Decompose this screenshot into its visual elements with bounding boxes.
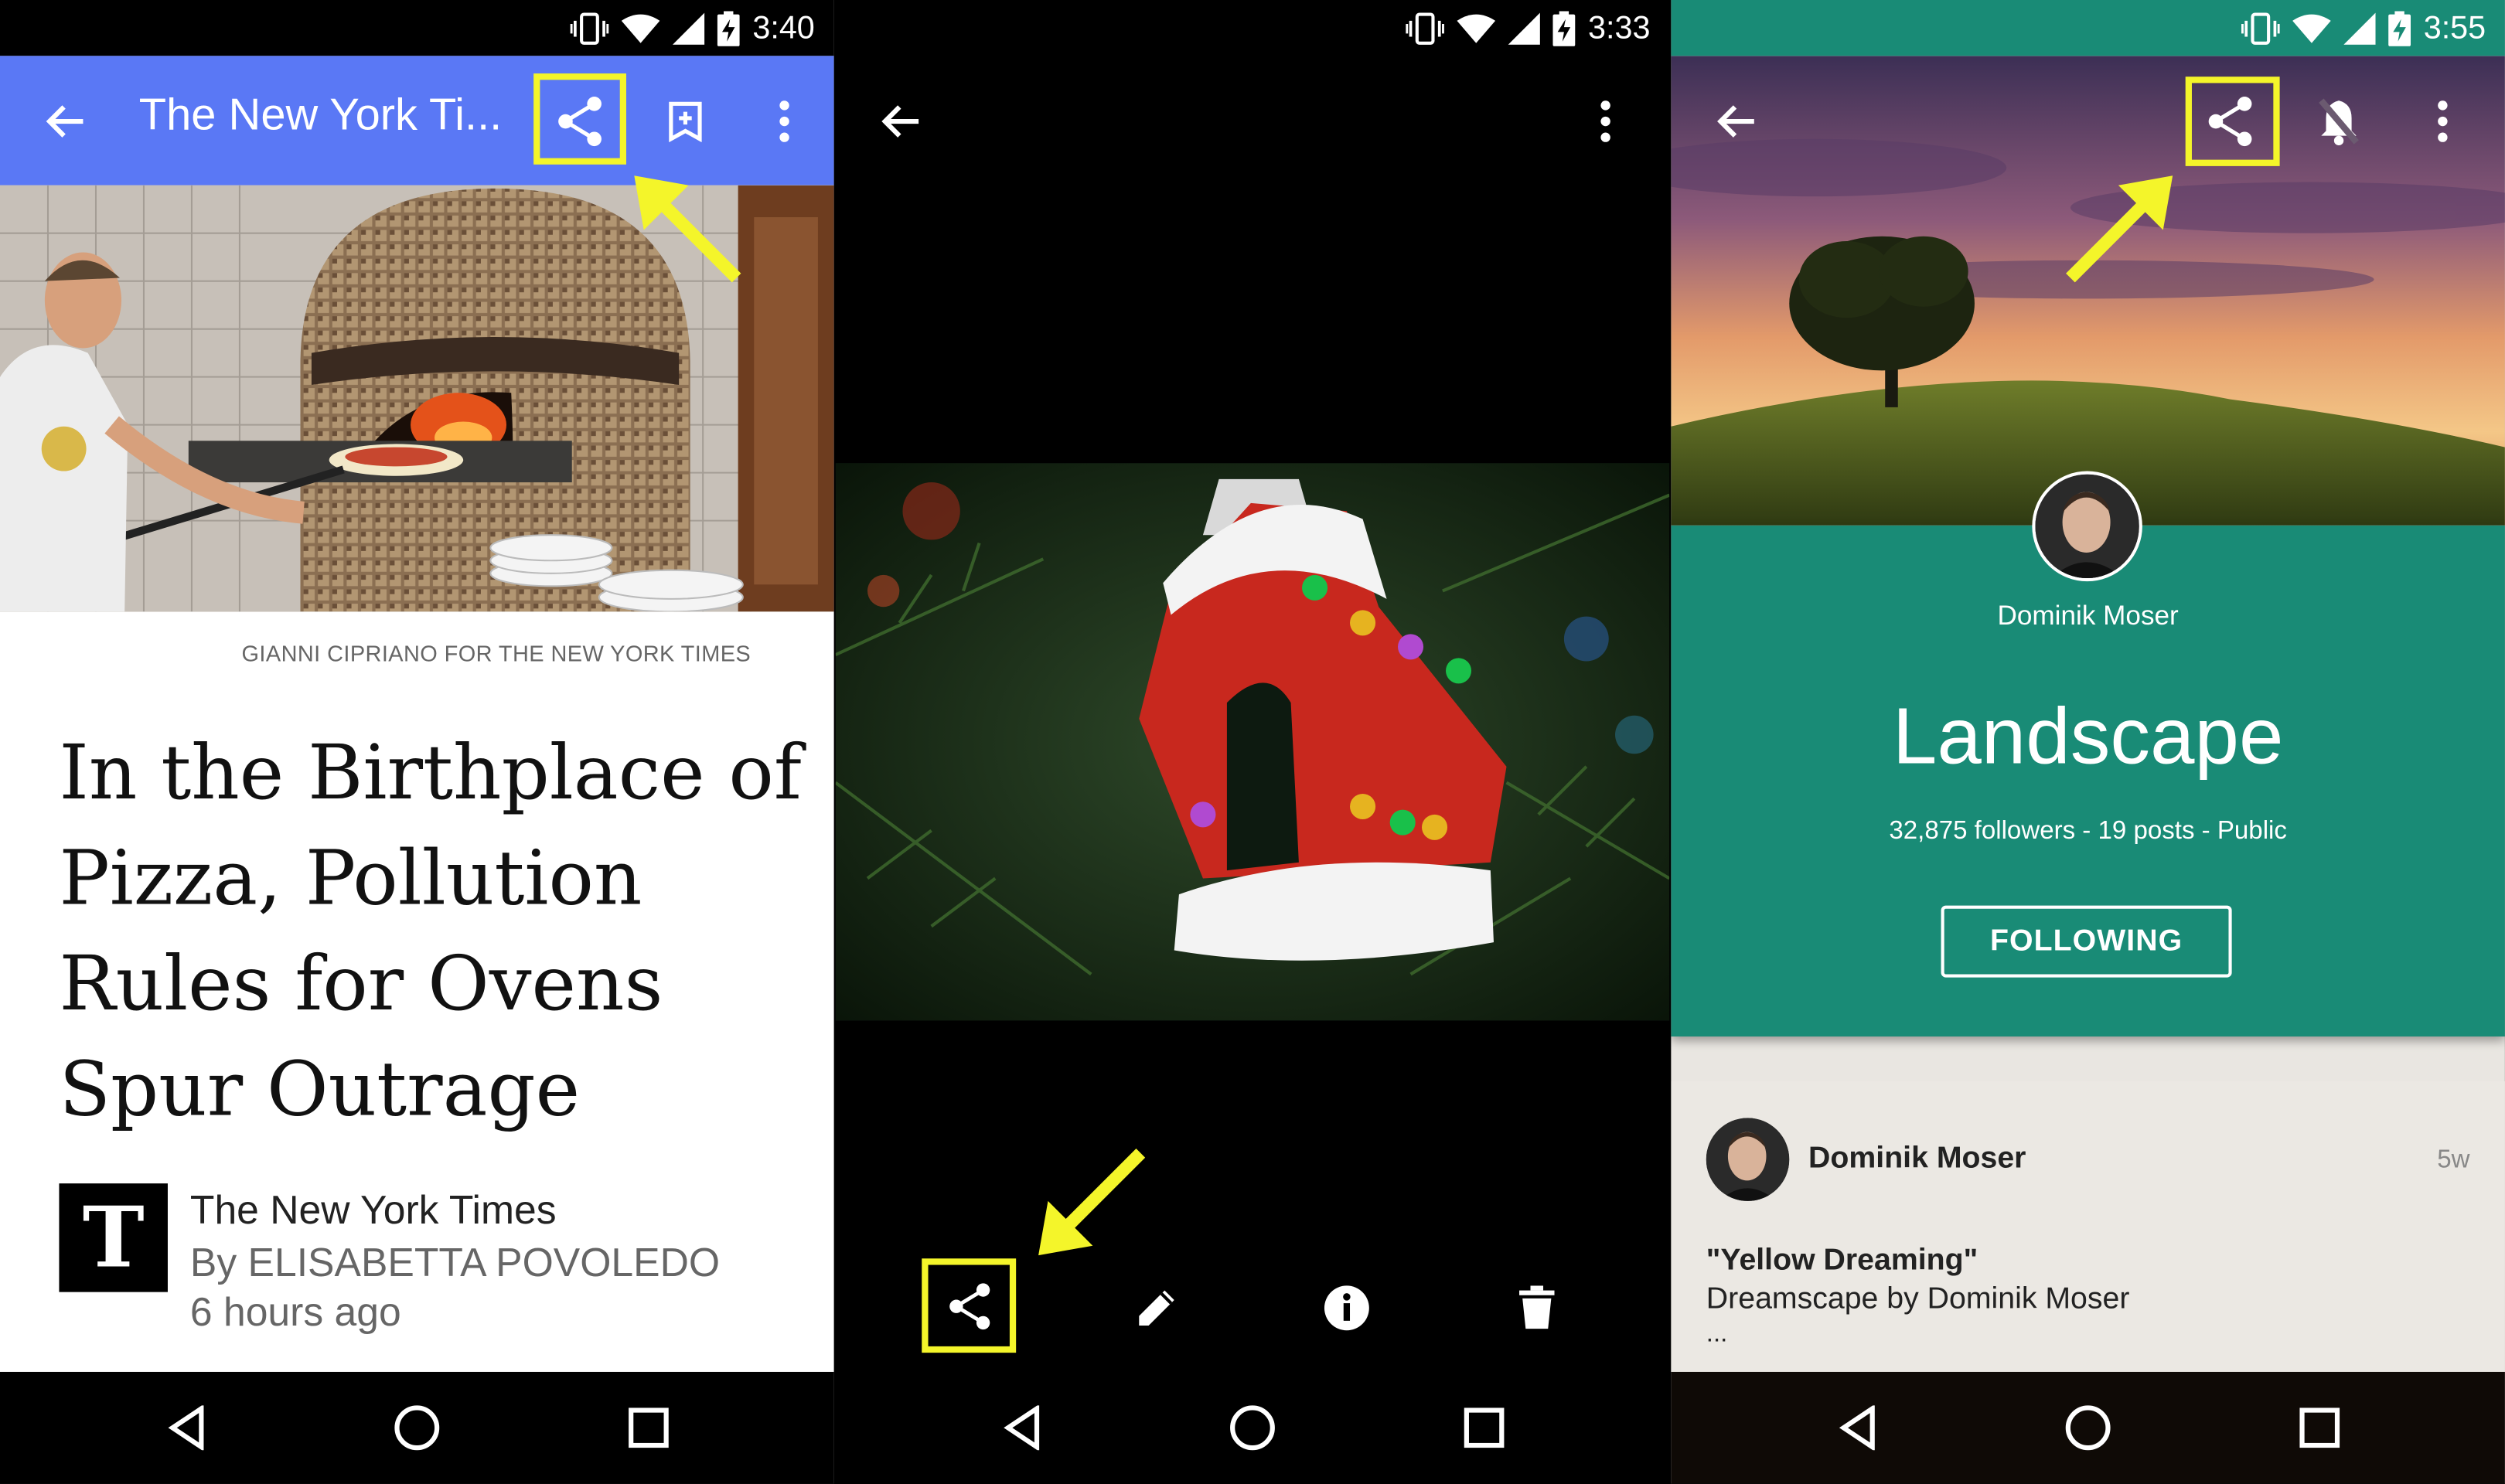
delete-button[interactable] [1507, 1278, 1568, 1339]
following-button[interactable]: FOLLOWING [1941, 905, 2232, 978]
cell-signal-icon [673, 12, 705, 45]
edit-pencil-icon [1139, 1290, 1174, 1326]
article-time: 6 hours ago [189, 1290, 401, 1336]
owner-avatar[interactable] [2032, 471, 2142, 582]
news-article-screen: 3:40 The New York Ti... GIANNI CIPRIANO … [0, 0, 834, 1484]
more-vert-icon [2438, 100, 2448, 142]
back-button[interactable] [35, 91, 96, 152]
more-vert-icon [1600, 100, 1610, 142]
cell-signal-icon [1508, 12, 1541, 45]
nav-back-button[interactable] [163, 1404, 211, 1452]
battery-charging-icon [1552, 11, 1576, 46]
overflow-menu-button[interactable] [754, 91, 815, 152]
status-time: 3:33 [1588, 10, 1651, 46]
post-title: "Yellow Dreaming" [1706, 1244, 1978, 1278]
nav-recents-button[interactable] [2295, 1404, 2343, 1452]
wifi-icon [621, 14, 660, 43]
home-circle-icon [2065, 1405, 2111, 1451]
app-bar-title: The New York Ti... [138, 89, 503, 139]
back-triangle-icon [168, 1405, 204, 1451]
profile-photo-image [1706, 1118, 1790, 1201]
collection-title: Landscape [1892, 691, 2284, 781]
status-bar: 3:40 [0, 0, 834, 56]
screenshot-collage: 3:40 The New York Ti... GIANNI CIPRIANO … [0, 0, 2505, 1484]
app-bar [835, 56, 1670, 186]
overflow-menu-button[interactable] [1575, 91, 1636, 152]
nav-recents-button[interactable] [625, 1404, 673, 1452]
share-highlight-box [922, 1258, 1017, 1353]
vibrate-icon [1406, 12, 1445, 45]
bookmark-button[interactable] [655, 91, 716, 152]
photo-viewer-screen: 3:33 [835, 0, 1670, 1484]
collection-screen: 3:55 Dominik Moser Landscape 32,875 foll… [1671, 0, 2505, 1484]
post-timestamp: 5w [2437, 1146, 2470, 1174]
back-arrow-icon [46, 105, 84, 138]
nyt-logo: T [59, 1183, 168, 1292]
notifications-off-icon [2319, 98, 2359, 146]
overflow-menu-button[interactable] [2412, 91, 2473, 152]
post-ellipsis: ... [1706, 1320, 1728, 1348]
bookmark-add-icon [669, 101, 702, 142]
status-bar: 3:55 [1671, 0, 2505, 56]
vibrate-icon [570, 12, 609, 45]
collection-owner-name[interactable]: Dominik Moser [1671, 601, 2505, 632]
wifi-icon [1457, 14, 1496, 43]
back-triangle-icon [1839, 1405, 1875, 1451]
christmas-ornament-image [835, 463, 1670, 1021]
recents-square-icon [1464, 1407, 1505, 1448]
recents-square-icon [2299, 1407, 2340, 1448]
nav-home-button[interactable] [1229, 1404, 1276, 1452]
post-subtitle: Dreamscape by Dominik Moser [1706, 1282, 2130, 1316]
recents-square-icon [629, 1407, 669, 1448]
ornament-photo [835, 463, 1670, 1021]
delete-icon [1519, 1285, 1555, 1329]
post-author-avatar[interactable] [1706, 1118, 1790, 1201]
mute-notifications-button[interactable] [2309, 91, 2370, 152]
back-triangle-icon [1004, 1405, 1040, 1451]
battery-charging-icon [2388, 11, 2411, 46]
system-nav-bar [0, 1371, 834, 1484]
edit-button[interactable] [1126, 1278, 1188, 1339]
back-arrow-icon [881, 105, 919, 138]
share-highlight-box [2185, 77, 2280, 166]
wifi-icon [2292, 14, 2331, 43]
article-byline: By ELISABETTA POVOLEDO [189, 1241, 721, 1286]
info-icon [1324, 1285, 1369, 1331]
status-time: 3:40 [752, 10, 815, 46]
photo-credit: GIANNI CIPRIANO FOR THE NEW YORK TIMES [241, 640, 752, 666]
share-highlight-box [533, 73, 626, 165]
vibrate-icon [2241, 12, 2280, 45]
app-bar: The New York Ti... [0, 56, 834, 186]
status-time: 3:55 [2423, 10, 2486, 46]
home-circle-icon [394, 1405, 440, 1451]
pointer-arrow-icon [2066, 175, 2173, 283]
post-card[interactable]: Dominik Moser 5w "Yellow Dreaming" Dream… [1671, 1081, 2505, 1372]
cell-signal-icon [2343, 12, 2376, 45]
publisher-name[interactable]: The New York Times [190, 1188, 557, 1234]
app-bar [1671, 56, 2505, 185]
more-vert-icon [779, 100, 789, 142]
home-circle-icon [1230, 1405, 1275, 1451]
collection-stats: 32,875 followers - 19 posts - Public [1889, 817, 2287, 846]
system-nav-bar [835, 1371, 1670, 1484]
nav-recents-button[interactable] [1460, 1404, 1508, 1452]
battery-charging-icon [717, 11, 740, 46]
nav-home-button[interactable] [2064, 1404, 2112, 1452]
status-bar: 3:33 [835, 0, 1670, 56]
profile-photo-image [2035, 474, 2139, 579]
nav-back-button[interactable] [998, 1404, 1046, 1452]
back-arrow-icon [1717, 105, 1754, 138]
nav-home-button[interactable] [393, 1404, 441, 1452]
nav-back-button[interactable] [1834, 1404, 1882, 1452]
article-headline[interactable]: In the Birthplace of Pizza, Pollution Ru… [59, 722, 809, 1144]
back-button[interactable] [871, 91, 932, 152]
system-nav-bar [1671, 1371, 2505, 1484]
back-button[interactable] [1706, 91, 1767, 152]
post-author-name[interactable]: Dominik Moser [1808, 1142, 2026, 1176]
info-button[interactable] [1317, 1278, 1378, 1339]
pointer-arrow-icon [1038, 1149, 1146, 1256]
pointer-arrow-icon [634, 175, 741, 283]
